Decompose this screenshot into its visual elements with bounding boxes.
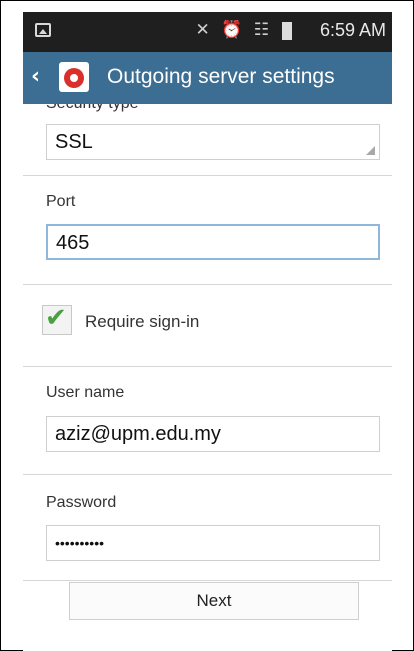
require-signin-label: Require sign-in (85, 312, 200, 331)
gallery-notification-icon (35, 23, 51, 37)
port-field[interactable]: 465 (46, 224, 380, 260)
back-chevron-icon[interactable]: ‹ (31, 64, 40, 89)
next-button[interactable]: Next (69, 582, 359, 620)
security-type-spinner[interactable]: SSL (46, 124, 380, 160)
spinner-corner-icon (366, 146, 375, 155)
username-label: User name (46, 384, 125, 401)
username-value: aziz@upm.edu.my (55, 423, 221, 445)
divider (23, 175, 392, 176)
action-bar: ‹ Outgoing server settings (23, 52, 392, 104)
security-type-value: SSL (55, 131, 93, 153)
email-app-icon[interactable] (59, 62, 89, 92)
status-bar: ✕ ⏰ ☷ 6:59 AM (23, 12, 392, 52)
password-field[interactable]: •••••••••• (46, 525, 380, 561)
password-value: •••••••••• (55, 535, 105, 551)
divider (23, 474, 392, 475)
require-signin-checkbox[interactable]: ✔ (42, 303, 72, 335)
status-icons: ✕ ⏰ ☷ (195, 20, 272, 40)
settings-form[interactable]: Security type SSL Port 465 ✔ Require sig… (23, 104, 392, 651)
password-label: Password (46, 494, 117, 511)
divider (23, 366, 392, 367)
security-type-label: Security type (46, 104, 138, 113)
port-label: Port (46, 193, 76, 210)
port-value: 465 (56, 232, 90, 254)
battery-icon (282, 22, 292, 40)
divider (23, 284, 392, 285)
phone-screen: ✕ ⏰ ☷ 6:59 AM ‹ Outgoing server settings… (23, 12, 392, 651)
checkmark-icon: ✔ (45, 303, 67, 333)
divider (23, 580, 392, 581)
username-field[interactable]: aziz@upm.edu.my (46, 416, 380, 452)
page-title: Outgoing server settings (107, 65, 335, 88)
status-time: 6:59 AM (319, 20, 386, 40)
